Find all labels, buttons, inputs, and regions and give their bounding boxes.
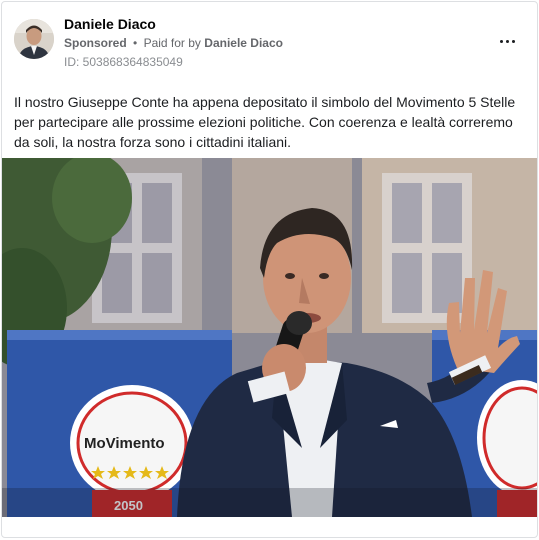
more-horizontal-icon bbox=[499, 39, 503, 43]
paid-for-name[interactable]: Daniele Diaco bbox=[204, 36, 283, 50]
avatar-photo bbox=[14, 19, 54, 59]
speaker-photo: MoVimento 2050 bbox=[2, 158, 537, 517]
sponsored-label: Sponsored bbox=[64, 36, 127, 50]
post-header: Daniele Diaco Sponsored • Paid for by Da… bbox=[2, 2, 537, 82]
banner-text: MoVimento bbox=[84, 435, 165, 452]
post-body-text: Il nostro Giuseppe Conte ha appena depos… bbox=[14, 94, 516, 150]
ad-card: Daniele Diaco Sponsored • Paid for by Da… bbox=[1, 1, 538, 538]
more-options-button[interactable] bbox=[492, 30, 522, 52]
ad-id: ID: 503868364835049 bbox=[64, 55, 183, 69]
sponsorship-line: Sponsored • Paid for by Daniele Diaco bbox=[64, 36, 283, 50]
post-photo[interactable]: MoVimento 2050 bbox=[2, 158, 537, 517]
paid-for-prefix: Paid for by bbox=[143, 36, 201, 50]
meta-separator: • bbox=[133, 36, 138, 50]
avatar[interactable] bbox=[14, 19, 54, 59]
page-name[interactable]: Daniele Diaco bbox=[64, 16, 156, 32]
